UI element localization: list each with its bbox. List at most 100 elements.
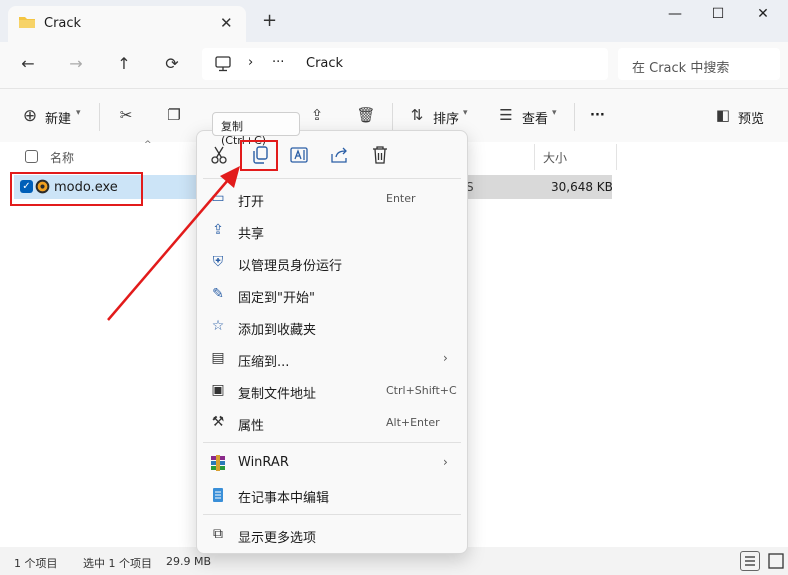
menu-item-label: 复制文件地址 <box>238 387 317 402</box>
delete-icon[interactable]: 🗑 <box>355 106 377 126</box>
divider <box>392 103 393 131</box>
menu-item-label: WinRAR <box>238 455 289 470</box>
menu-item-open[interactable]: ▭ 打开 Enter <box>197 183 467 215</box>
item-count: 1 个项目 <box>14 557 58 570</box>
star-icon: ☆ <box>211 318 225 334</box>
preview-icon[interactable]: ◧ <box>712 106 734 126</box>
selected-size: 29.9 MB <box>166 555 212 568</box>
pin-icon: ✎ <box>212 286 224 302</box>
column-name[interactable]: 名称 <box>50 149 74 166</box>
view-icon[interactable]: ☰ <box>495 106 517 126</box>
search-box[interactable]: 在 Crack 中搜索 <box>618 48 780 80</box>
up-button[interactable]: ↑ <box>112 54 136 76</box>
menu-item-more-options[interactable]: ⧉ 显示更多选项 <box>197 519 467 551</box>
menu-divider <box>203 514 461 515</box>
forward-button[interactable]: → <box>64 54 88 76</box>
tab-close-icon[interactable]: ✕ <box>220 14 233 32</box>
menu-item-label: 打开 <box>238 195 265 210</box>
share-icon: ⇪ <box>212 222 224 238</box>
column-divider <box>616 144 617 170</box>
new-icon[interactable]: ⊕ <box>19 106 41 126</box>
menu-item-run-as-admin[interactable]: ⛨ 以管理员身份运行 <box>197 247 467 279</box>
close-window-button[interactable]: ✕ <box>748 6 778 26</box>
refresh-button[interactable]: ⟳ <box>160 54 184 76</box>
menu-item-add-favorites[interactable]: ☆ 添加到收藏夹 <box>197 311 467 343</box>
minimize-button[interactable]: — <box>660 6 690 26</box>
view-button[interactable]: 查看 <box>522 108 548 127</box>
address-bar[interactable]: › ··· Crack <box>202 48 608 80</box>
menu-item-shortcut: Alt+Enter <box>386 416 440 429</box>
new-tab-button[interactable]: + <box>262 12 277 30</box>
chevron-right-icon: › <box>443 455 448 469</box>
tab-title: Crack <box>44 16 82 31</box>
breadcrumb-ellipsis[interactable]: ··· <box>272 55 284 70</box>
chevron-right-icon: › <box>443 351 448 365</box>
maximize-button[interactable]: ☐ <box>703 6 733 26</box>
address-row: ← → ↑ ⟳ › ··· Crack 在 Crack 中搜索 <box>0 42 788 88</box>
new-button[interactable]: 新建 <box>45 108 71 127</box>
share-icon[interactable]: ⇪ <box>306 106 328 126</box>
tiles-view-icon[interactable] <box>766 551 786 571</box>
select-all-checkbox[interactable] <box>25 150 38 163</box>
copy-icon[interactable]: ❐ <box>163 106 185 126</box>
menu-item-label: 属性 <box>238 419 265 434</box>
more-button[interactable]: ··· <box>590 108 605 123</box>
title-bar: Crack ✕ + — ☐ ✕ <box>0 0 788 42</box>
cut-icon[interactable]: ✂ <box>115 106 137 126</box>
menu-item-pin-start[interactable]: ✎ 固定到"开始" <box>197 279 467 311</box>
menu-item-label: 以管理员身份运行 <box>238 259 343 274</box>
menu-item-winrar[interactable]: WinRAR › <box>197 447 467 479</box>
highlight-box-copy <box>240 140 278 171</box>
back-button[interactable]: ← <box>16 54 40 76</box>
file-size: 30,648 KB <box>551 180 613 194</box>
menu-item-label: 显示更多选项 <box>238 531 317 546</box>
highlight-box-file <box>10 172 143 206</box>
sort-ascending-icon: ^ <box>144 140 152 150</box>
menu-item-label: 在记事本中编辑 <box>238 491 330 506</box>
column-size[interactable]: 大小 <box>543 149 567 166</box>
divider <box>574 103 575 131</box>
menu-divider <box>203 442 461 443</box>
rename-icon[interactable] <box>288 145 312 165</box>
notepad-icon <box>213 488 223 502</box>
open-icon: ▭ <box>211 190 225 206</box>
cut-icon[interactable] <box>207 145 231 165</box>
selected-count: 选中 1 个项目 <box>83 557 152 570</box>
zip-icon: ▤ <box>211 350 225 366</box>
chevron-down-icon: ▾ <box>76 108 81 118</box>
breadcrumb-crack[interactable]: Crack <box>306 56 343 71</box>
menu-item-label: 共享 <box>238 227 265 242</box>
path-icon: ▣ <box>211 382 225 398</box>
tab-crack[interactable]: Crack ✕ <box>8 6 246 42</box>
more-options-icon: ⧉ <box>213 526 223 542</box>
chevron-down-icon: ▾ <box>552 108 557 118</box>
search-placeholder: 在 Crack 中搜索 <box>632 61 730 76</box>
menu-item-properties[interactable]: ⚒ 属性 Alt+Enter <box>197 407 467 439</box>
column-divider <box>534 144 535 170</box>
sort-button[interactable]: 排序 <box>433 108 459 127</box>
sort-icon[interactable]: ⇅ <box>406 106 428 126</box>
divider <box>99 103 100 131</box>
menu-item-copy-path[interactable]: ▣ 复制文件地址 Ctrl+Shift+C <box>197 375 467 407</box>
details-view-icon[interactable] <box>740 551 760 571</box>
computer-icon <box>215 56 231 72</box>
menu-item-compress[interactable]: ▤ 压缩到... › <box>197 343 467 375</box>
menu-item-label: 压缩到... <box>238 355 290 370</box>
preview-button[interactable]: 预览 <box>738 108 764 127</box>
menu-item-shortcut: Enter <box>386 192 416 205</box>
context-menu: ▭ 打开 Enter ⇪ 共享 ⛨ 以管理员身份运行 ✎ 固定到"开始" ☆ 添… <box>196 130 468 554</box>
menu-item-label: 固定到"开始" <box>238 291 315 306</box>
folder-icon <box>19 17 35 28</box>
menu-item-shortcut: Ctrl+Shift+C <box>386 384 457 397</box>
menu-item-edit-notepad[interactable]: 在记事本中编辑 <box>197 479 467 511</box>
shield-icon: ⛨ <box>212 254 224 270</box>
wrench-icon: ⚒ <box>211 414 225 430</box>
delete-icon[interactable] <box>368 145 392 165</box>
tooltip: 复制 (Ctrl+C) <box>212 112 300 147</box>
chevron-down-icon: ▾ <box>463 108 468 118</box>
menu-item-share[interactable]: ⇪ 共享 <box>197 215 467 247</box>
menu-divider <box>203 178 461 179</box>
winrar-icon <box>211 455 225 471</box>
breadcrumb-separator: › <box>248 55 254 70</box>
share-icon[interactable] <box>328 145 352 165</box>
